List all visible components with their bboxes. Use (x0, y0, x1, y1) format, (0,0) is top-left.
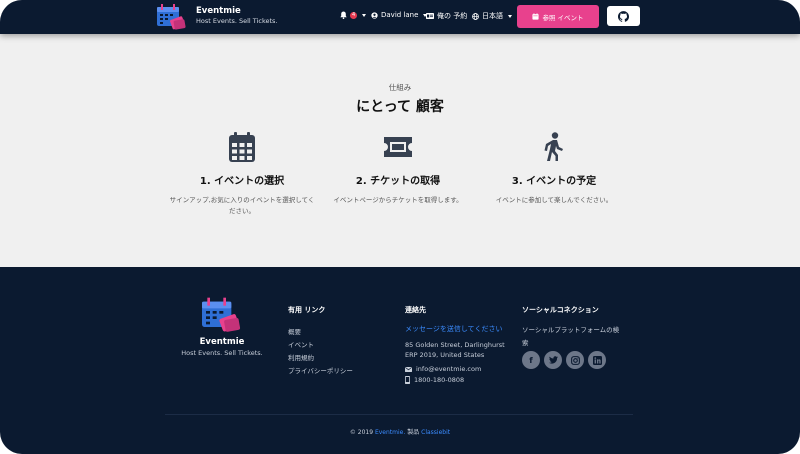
footer-brand-name: Eventmie (199, 337, 245, 347)
step-select-event: 1. イベントの選択 サインアップ,お気に入りのイベントを選択してください。 (167, 130, 317, 217)
footer-phone[interactable]: 1800-180-0808 (405, 376, 464, 384)
send-message-link[interactable]: メッセージを送信してください (405, 324, 502, 334)
section-subtitle: 仕組み (388, 83, 412, 92)
copyright: © 2019 Eventmie. 製品 Classiebit (0, 427, 800, 436)
instagram-icon[interactable] (566, 351, 584, 369)
step-description: イベントページからチケットを取得します。 (333, 196, 463, 204)
linkedin-icon[interactable] (588, 351, 606, 369)
app-window: Eventmie Host Events. Sell Tickets. 4 Da… (0, 0, 800, 454)
footer-link-privacy[interactable]: プライバシーポリシー (288, 365, 353, 375)
phone-text: 1800-180-0808 (414, 376, 465, 384)
footer-divider (165, 414, 633, 415)
my-bookings-label: 俺の 予約 (437, 12, 468, 20)
address: 85 Golden Street, Darlinghurst ERP 2019,… (405, 340, 515, 360)
step-title: 3. イベントの予定 (511, 176, 597, 187)
calendar-icon (229, 132, 255, 162)
footer-link-about[interactable]: 概要 (288, 326, 301, 336)
step-attend-event: 3. イベントの予定 イベントに参加して楽しんでください。 (479, 130, 629, 206)
notifications-dropdown[interactable]: 4 (340, 11, 367, 19)
step-description: サインアップ,お気に入りのイベントを選択してください。 (169, 196, 315, 215)
brand-name[interactable]: Eventmie (196, 6, 241, 16)
footer-email[interactable]: info@eventmie.com (405, 365, 481, 373)
language-dropdown[interactable]: 日本語 (472, 11, 512, 21)
copyright-brand-link[interactable]: Eventmie. (375, 429, 405, 436)
twitter-icon[interactable] (544, 351, 562, 369)
step-get-ticket: 2. チケットの取得 イベントページからチケットを取得します。 (323, 130, 473, 206)
chevron-down-icon (508, 14, 512, 18)
step-title: 1. イベントの選択 (199, 176, 285, 187)
useful-links-heading: 有用 リンク (288, 306, 326, 314)
envelope-icon (405, 366, 412, 372)
browse-events-button[interactable]: 参照 イベント (517, 5, 599, 28)
notification-count-badge: 4 (350, 11, 358, 19)
footer-link-terms[interactable]: 利用規約 (288, 352, 314, 362)
github-icon (618, 10, 629, 22)
footer-brand-tagline: Host Events. Sell Tickets. (181, 349, 263, 357)
footer-link-events[interactable]: イベント (288, 339, 314, 349)
user-menu-dropdown[interactable]: David lane (371, 11, 428, 19)
mobile-phone-icon (405, 376, 410, 384)
brand-tagline: Host Events. Sell Tickets. (196, 17, 278, 25)
ticket-icon (384, 137, 412, 157)
address-line-1: 85 Golden Street, Darlinghurst (405, 341, 505, 349)
step-description: イベントに参加して楽しんでください。 (495, 196, 613, 204)
browse-events-label: 参照 イベント (542, 13, 584, 22)
section-title: にとって 顧客 (356, 99, 444, 115)
id-card-icon (426, 13, 434, 19)
copyright-prefix: © 2019 (349, 429, 374, 436)
globe-icon (472, 12, 479, 20)
my-bookings-link[interactable]: 俺の 予約 (426, 11, 467, 21)
user-name: David lane (381, 11, 419, 19)
social-heading: ソーシャルコネクション (522, 306, 599, 314)
user-circle-icon (371, 11, 378, 19)
footer: Eventmie Host Events. Sell Tickets. 有用 リ… (0, 267, 800, 454)
copyright-company-link[interactable]: Classiebit (421, 429, 450, 436)
top-navbar: Eventmie Host Events. Sell Tickets. 4 Da… (0, 0, 800, 34)
email-text: info@eventmie.com (416, 365, 482, 373)
facebook-icon[interactable]: f (522, 351, 540, 369)
contact-heading: 連絡先 (405, 306, 426, 314)
walking-icon (544, 132, 563, 161)
step-title: 2. チケットの取得 (355, 176, 441, 187)
footer-logo-icon[interactable] (200, 295, 244, 335)
brand-logo-icon[interactable] (156, 2, 188, 32)
copyright-mid: 製品 (407, 429, 420, 436)
bell-icon (340, 11, 347, 19)
chevron-down-icon (362, 13, 367, 17)
address-line-2: ERP 2019, United States (405, 351, 485, 359)
social-description: ソーシャルプラットフォームの検索 (522, 326, 620, 347)
github-button[interactable] (607, 6, 640, 26)
language-label: 日本語 (482, 12, 503, 20)
calendar-plus-icon (532, 13, 540, 20)
